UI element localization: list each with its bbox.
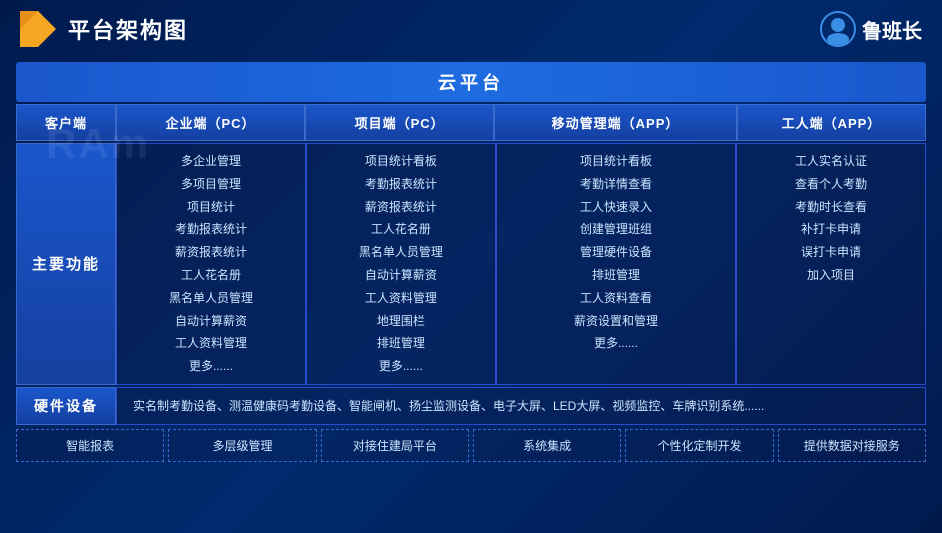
worker-funcs: 工人实名认证 查看个人考勤 考勤时长查看 补打卡申请 误打卡申请 加入项目 (736, 143, 926, 385)
feature-integration: 系统集成 (473, 429, 621, 462)
worker-items: 工人实名认证 查看个人考勤 考勤时长查看 补打卡申请 误打卡申请 加入项目 (795, 154, 867, 282)
feature-smart-report: 智能报表 (16, 429, 164, 462)
hardware-label: 硬件设备 (16, 387, 116, 425)
hardware-row: 硬件设备 实名制考勤设备、测温健康码考勤设备、智能闸机、扬尘监测设备、电子大屏、… (16, 387, 926, 425)
brand-icon (820, 11, 856, 47)
hardware-content: 实名制考勤设备、测温健康码考勤设备、智能闸机、扬尘监测设备、电子大屏、LED大屏… (116, 387, 926, 425)
col-client: 客户端 (16, 104, 116, 141)
enterprise-items: 多企业管理 多项目管理 项目统计 考勤报表统计 薪资报表统计 工人花名册 黑名单… (169, 154, 253, 373)
mobile-items: 项目统计看板 考勤详情查看 工人快速录入 创建管理班组 管理硬件设备 排班管理 … (574, 154, 658, 350)
feature-custom-dev: 个性化定制开发 (625, 429, 773, 462)
column-headers: 客户端 企业端（PC） 项目端（PC） 移动管理端（APP） 工人端（APP） (16, 104, 926, 141)
col-project: 项目端（PC） (305, 104, 494, 141)
cloud-banner: 云平台 (16, 62, 926, 102)
mobile-funcs: 项目统计看板 考勤详情查看 工人快速录入 创建管理班组 管理硬件设备 排班管理 … (496, 143, 736, 385)
page-title: 平台架构图 (68, 13, 188, 45)
feature-data-service: 提供数据对接服务 (778, 429, 926, 462)
brand-name: 鲁班长 (862, 15, 922, 44)
header-left: 平台架构图 (20, 11, 188, 47)
col-mobile: 移动管理端（APP） (494, 104, 737, 141)
feature-multilevel: 多层级管理 (168, 429, 316, 462)
main-content: 云平台 客户端 企业端（PC） 项目端（PC） 移动管理端（APP） 工人端（A… (0, 58, 942, 470)
col-worker: 工人端（APP） (737, 104, 926, 141)
enterprise-funcs: 多企业管理 多项目管理 项目统计 考勤报表统计 薪资报表统计 工人花名册 黑名单… (116, 143, 306, 385)
header: 平台架构图 鲁班长 (0, 0, 942, 58)
col-enterprise: 企业端（PC） (116, 104, 305, 141)
feature-gov-platform: 对接住建局平台 (321, 429, 469, 462)
brand: 鲁班长 (820, 11, 922, 47)
project-items: 项目统计看板 考勤报表统计 薪资报表统计 工人花名册 黑名单人员管理 自动计算薪… (359, 154, 443, 373)
features-row: 智能报表 多层级管理 对接住建局平台 系统集成 个性化定制开发 提供数据对接服务 (16, 429, 926, 462)
main-func-label: 主要功能 (16, 143, 116, 385)
logo-icon (20, 11, 56, 47)
main-func-row: 主要功能 多企业管理 多项目管理 项目统计 考勤报表统计 薪资报表统计 工人花名… (16, 143, 926, 385)
project-funcs: 项目统计看板 考勤报表统计 薪资报表统计 工人花名册 黑名单人员管理 自动计算薪… (306, 143, 496, 385)
